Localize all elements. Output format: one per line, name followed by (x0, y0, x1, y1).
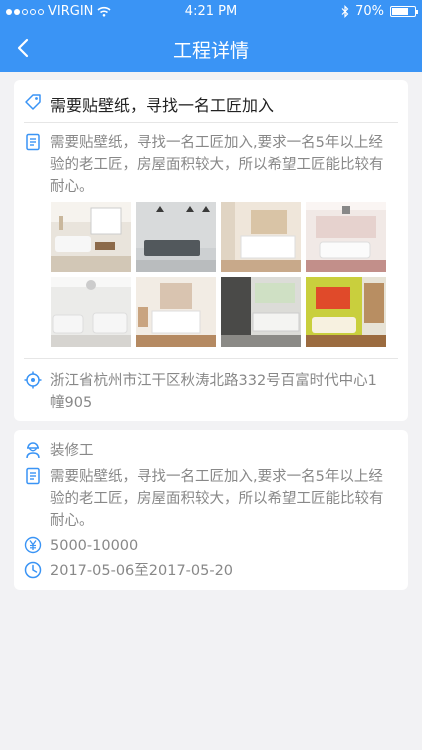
address-line: 幢905 (50, 395, 93, 411)
project-description: 需要贴壁纸，寻找一名工匠加入,要求一名5年以上经 验的老工匠，房屋面积较大，所以… (50, 132, 384, 198)
worker-icon (26, 442, 40, 459)
project-card: 需要贴壁纸，寻找一名工匠加入 需要贴壁纸，寻找一名工匠加入,要求一名5年以上经 … (14, 80, 408, 421)
job-card: 装修工 需要贴壁纸，寻找一名工匠加入,要求一名5年以上经 验的老工匠，房屋面积较… (14, 430, 408, 590)
project-title-row: 需要贴壁纸，寻找一名工匠加入 (24, 92, 398, 116)
bluetooth-icon (341, 5, 349, 18)
room-photo[interactable] (51, 202, 131, 272)
room-photo[interactable] (221, 202, 301, 272)
nav-bar: 工程详情 (0, 24, 422, 72)
room-photo[interactable] (221, 277, 301, 347)
salary-range: 5000-10000 (50, 538, 139, 554)
address-text: 浙江省杭州市江干区秋涛北路332号百富时代中心1 幢905 (50, 370, 377, 414)
description-line: 验的老工匠，房屋面积较大，所以希望工匠能比较有 (50, 491, 384, 507)
address-row: 浙江省杭州市江干区秋涛北路332号百富时代中心1 幢905 (24, 370, 398, 414)
project-description-row: 需要贴壁纸，寻找一名工匠加入,要求一名5年以上经 验的老工匠，房屋面积较大，所以… (24, 132, 398, 198)
room-photo[interactable] (136, 202, 216, 272)
divider (24, 122, 398, 123)
description-line: 需要贴壁纸，寻找一名工匠加入,要求一名5年以上经 (50, 135, 383, 151)
status-right: 70% (341, 4, 418, 19)
description-line: 验的老工匠，房屋面积较大，所以希望工匠能比较有 (50, 157, 384, 173)
divider (24, 358, 398, 359)
status-bar: VIRGIN 4:21 PM 70% (0, 0, 422, 24)
job-description: 需要贴壁纸，寻找一名工匠加入,要求一名5年以上经 验的老工匠，房屋面积较大，所以… (50, 466, 384, 532)
page-title: 工程详情 (172, 40, 249, 62)
document-icon (26, 133, 40, 151)
address-line: 浙江省杭州市江干区秋涛北路332号百富时代中心1 (50, 373, 377, 389)
room-photo[interactable] (51, 277, 131, 347)
worker-type: 装修工 (50, 443, 94, 459)
worker-type-row: 装修工 (24, 440, 398, 462)
document-icon (26, 467, 40, 485)
battery-percent: 70% (355, 4, 384, 19)
location-target-icon (24, 371, 42, 389)
clock-icon (24, 561, 42, 579)
project-title: 需要贴壁纸，寻找一名工匠加入 (50, 96, 275, 115)
tag-icon (25, 94, 41, 110)
description-line: 耐心。 (50, 513, 94, 529)
battery-icon (390, 6, 418, 17)
description-line: 耐心。 (50, 179, 94, 195)
job-description-row: 需要贴壁纸，寻找一名工匠加入,要求一名5年以上经 验的老工匠，房屋面积较大，所以… (24, 466, 398, 532)
room-photo[interactable] (306, 277, 386, 347)
photo-gallery (51, 202, 387, 347)
salary-row: 5000-10000 (24, 535, 398, 557)
yen-icon (24, 536, 42, 554)
date-row: 2017-05-06至2017-05-20 (24, 560, 398, 582)
room-photo[interactable] (136, 277, 216, 347)
room-photo[interactable] (306, 202, 386, 272)
description-line: 需要贴壁纸，寻找一名工匠加入,要求一名5年以上经 (50, 469, 383, 485)
date-range: 2017-05-06至2017-05-20 (50, 563, 234, 579)
